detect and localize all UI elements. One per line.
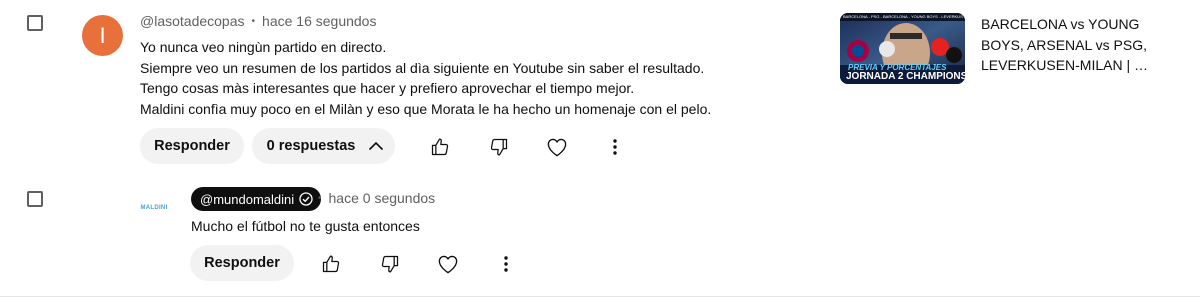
more-vertical-icon — [504, 256, 508, 272]
heart-icon — [546, 137, 568, 157]
comment-author[interactable]: @lasotadecopas — [140, 13, 245, 29]
separator-dot: • — [318, 192, 322, 204]
comment-meta: • hace 0 segundos — [318, 190, 435, 206]
comment-line: Mucho el fútbol no te gusta entonces — [191, 218, 420, 234]
avatar-logo-text: MALDINI — [140, 205, 168, 211]
more-actions-button[interactable] — [490, 248, 522, 280]
verified-check-icon — [294, 192, 313, 206]
like-button[interactable] — [424, 131, 456, 163]
thumbnail-top-caption: BARCELONA - PSG - BARCELONA - YOUNG BOYS… — [843, 14, 963, 19]
comment-line: Maldini confìa muy poco en el Milàn y es… — [140, 100, 712, 117]
select-checkbox-comment-2[interactable] — [27, 191, 43, 207]
select-checkbox-comment-1[interactable] — [27, 15, 43, 31]
comment-timestamp[interactable]: hace 0 segundos — [329, 190, 436, 206]
replies-count-label: 0 respuestas — [266, 138, 356, 154]
thumbs-down-icon — [380, 254, 400, 274]
replies-toggle-button[interactable]: 0 respuestas — [252, 128, 395, 164]
comment-body: Mucho el fútbol no te gusta entonces — [191, 216, 420, 237]
video-title[interactable]: BARCELONA vs YOUNG BOYS, ARSENAL vs PSG,… — [981, 14, 1166, 76]
thumbs-up-icon — [321, 254, 341, 274]
comment-author: @mundomaldini — [200, 191, 295, 207]
heart-button[interactable] — [541, 131, 573, 163]
heart-button[interactable] — [432, 248, 464, 280]
more-vertical-icon — [613, 139, 617, 155]
chevron-up-icon — [368, 141, 384, 151]
comment-timestamp[interactable]: hace 16 segundos — [262, 13, 376, 29]
avatar[interactable]: I — [82, 15, 123, 56]
thumbnail-headline: JORNADA 2 CHAMPIONS — [846, 71, 965, 82]
more-actions-button[interactable] — [599, 131, 631, 163]
comment-line: Tengo cosas màs interesantes que hacer y… — [140, 80, 635, 96]
dislike-button[interactable] — [483, 131, 515, 163]
comment-line: Yo nunca veo ningùn partido en directo. — [140, 39, 387, 55]
author-handle-chip[interactable]: @mundomaldini — [191, 187, 322, 211]
dislike-button[interactable] — [374, 248, 406, 280]
heart-icon — [437, 254, 459, 274]
comment-body: Yo nunca veo ningùn partido en directo. … — [140, 37, 711, 119]
reply-button-label: Responder — [154, 138, 230, 154]
comment-meta: @lasotadecopas • hace 16 segundos — [140, 13, 376, 29]
reply-button[interactable]: Responder — [190, 245, 294, 281]
avatar-mundomaldini[interactable]: MALDINI — [136, 190, 172, 226]
thumbs-up-icon — [430, 137, 450, 157]
thumbs-down-icon — [489, 137, 509, 157]
reply-button-label: Responder — [204, 255, 280, 271]
like-button[interactable] — [315, 248, 347, 280]
divider — [0, 296, 1200, 297]
separator-dot: • — [251, 15, 256, 27]
video-thumbnail[interactable]: BARCELONA - PSG - BARCELONA - YOUNG BOYS… — [840, 13, 965, 84]
reply-button[interactable]: Responder — [140, 128, 244, 164]
comment-line: Siempre veo un resumen de los partidos a… — [140, 59, 705, 76]
